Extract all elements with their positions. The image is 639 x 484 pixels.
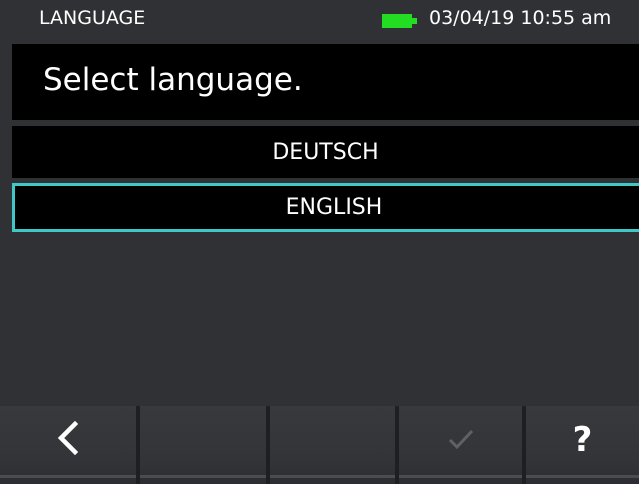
help-icon: ? [572,420,593,460]
prompt-text: Select language. [43,62,303,98]
language-option-deutsch[interactable]: DEUTSCH [12,126,639,178]
softkey-bar: ? [0,406,639,484]
chevron-left-icon [57,420,79,459]
status-bar: LANGUAGE 03/04/19 10:55 am [0,0,639,40]
battery-full-icon [382,12,418,30]
language-option-label: ENGLISH [285,195,383,220]
back-button[interactable] [0,406,140,484]
checkmark-icon [447,429,475,455]
softkey-blank-2[interactable] [270,406,399,484]
date-time: 03/04/19 10:55 am [429,7,612,29]
language-option-label: DEUTSCH [272,139,379,165]
screen-title: LANGUAGE [39,7,146,29]
help-button[interactable]: ? [526,406,639,484]
confirm-button[interactable] [399,406,526,484]
language-option-english[interactable]: ENGLISH [12,183,639,232]
softkey-blank-1[interactable] [140,406,270,484]
language-screen: LANGUAGE 03/04/19 10:55 am Select langua… [0,0,639,484]
prompt-header: Select language. [12,44,639,120]
